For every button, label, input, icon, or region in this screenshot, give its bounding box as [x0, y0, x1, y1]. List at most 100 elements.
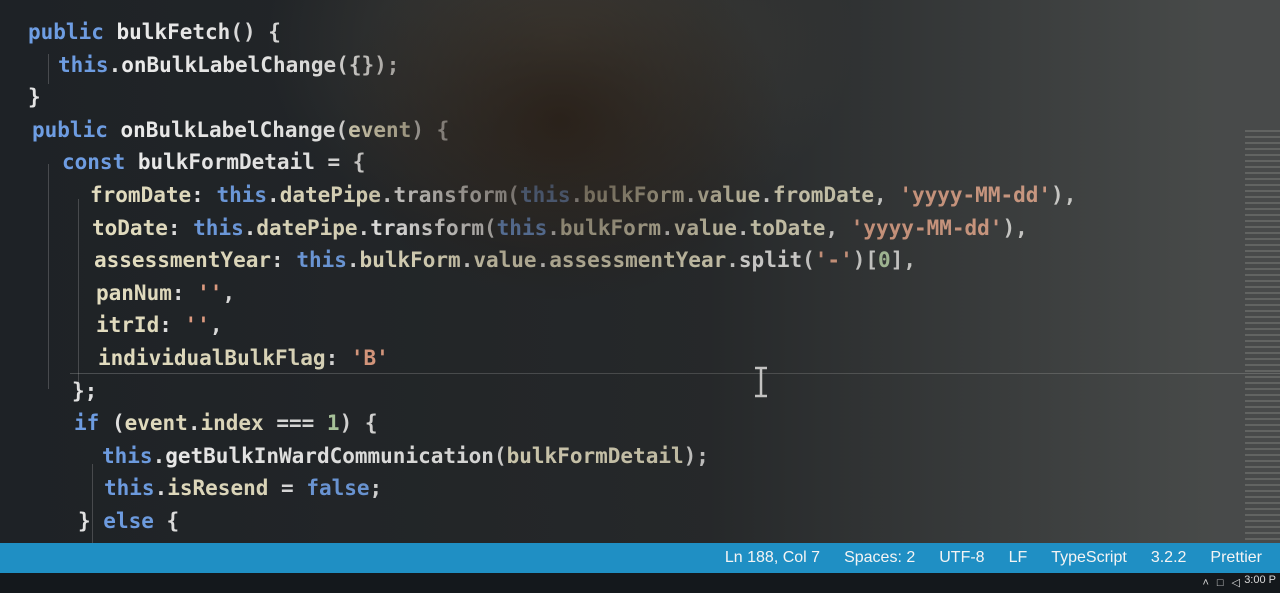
- code-line[interactable]: toDate: this.datePipe.transform(this.bul…: [92, 212, 1028, 244]
- code-line[interactable]: };: [72, 375, 97, 407]
- minimap[interactable]: [1245, 130, 1280, 540]
- status-bar: Ln 188, Col 7 Spaces: 2 UTF-8 LF TypeScr…: [0, 543, 1280, 573]
- code-token: toDate: [92, 215, 168, 240]
- code-line[interactable]: panNum: '',: [96, 277, 235, 309]
- code-token: .: [152, 443, 166, 468]
- code-token: public: [28, 20, 117, 44]
- code-token: '-': [814, 248, 853, 273]
- code-token: .: [267, 183, 280, 207]
- code-token: (: [802, 248, 815, 273]
- code-token: :: [159, 313, 185, 338]
- code-token: ===: [263, 411, 327, 436]
- code-token: event: [348, 117, 412, 142]
- code-token: onBulkLabelChange: [120, 117, 336, 142]
- code-token: false: [306, 476, 370, 501]
- code-token: getBulkInWardCommunication: [165, 443, 494, 468]
- text-cursor-icon: [755, 366, 767, 398]
- code-token: event: [124, 411, 188, 436]
- code-token: bulkFormDetail: [506, 443, 684, 468]
- cursor-position[interactable]: Ln 188, Col 7: [725, 549, 820, 567]
- code-token: .: [570, 183, 584, 207]
- code-token: () {: [230, 20, 281, 44]
- code-token: .: [726, 248, 739, 273]
- code-token: :: [325, 346, 351, 370]
- network-icon[interactable]: □: [1217, 577, 1224, 589]
- code-line[interactable]: assessmentYear: this.bulkForm.value.asse…: [94, 244, 916, 276]
- code-token: this: [102, 443, 153, 468]
- code-token: .: [346, 248, 360, 273]
- code-token: :: [171, 280, 198, 305]
- taskbar: ˄ □ ◁ 3:00 P: [0, 573, 1280, 593]
- indent-guide: [78, 199, 79, 389]
- code-token: '': [197, 280, 223, 305]
- indentation-setting[interactable]: Spaces: 2: [844, 549, 915, 567]
- code-token: ({});: [336, 52, 400, 77]
- code-editor[interactable]: public bulkFetch() {this.onBulkLabelChan…: [0, 14, 1245, 544]
- code-token: 'B': [350, 346, 389, 370]
- code-line[interactable]: const bulkFormDetail = {: [62, 146, 365, 178]
- code-token: :: [167, 215, 194, 240]
- code-token: bulkFetch: [116, 20, 231, 44]
- code-token: = {: [314, 150, 366, 175]
- code-token: 0: [878, 248, 891, 273]
- code-token: this: [216, 183, 268, 207]
- code-token: bulkForm: [559, 215, 662, 240]
- code-line[interactable]: }: [28, 81, 41, 113]
- code-token: this: [193, 215, 244, 240]
- code-token: .: [357, 215, 371, 240]
- code-token: .: [684, 183, 697, 207]
- code-token: bulkForm: [359, 248, 461, 273]
- code-line[interactable]: itrId: '',: [96, 309, 222, 341]
- code-token: bulkForm: [583, 183, 685, 207]
- code-token: if: [74, 411, 112, 436]
- code-token: .: [380, 183, 394, 207]
- code-token: this: [104, 476, 155, 501]
- code-token: panNum: [96, 280, 172, 305]
- code-token: index: [200, 411, 264, 436]
- code-token: (: [111, 411, 125, 436]
- prettier-status[interactable]: Prettier: [1210, 549, 1262, 567]
- code-line[interactable]: fromDate: this.datePipe.transform(this.b…: [90, 179, 1076, 211]
- code-token: this: [496, 215, 548, 240]
- chevron-up-icon[interactable]: ˄: [1202, 577, 1208, 589]
- volume-icon[interactable]: ◁: [1232, 576, 1240, 589]
- code-token: this: [296, 248, 347, 273]
- code-line[interactable]: public onBulkLabelChange(event) {: [32, 114, 449, 146]
- typescript-version[interactable]: 3.2.2: [1151, 549, 1187, 567]
- code-token: transform: [370, 215, 484, 240]
- code-token: assessmentYear: [94, 248, 272, 273]
- indent-guide: [48, 54, 49, 84]
- code-token: split: [738, 248, 803, 273]
- code-token: 'yyyy-MM-dd': [899, 183, 1052, 207]
- code-line[interactable]: } else {: [78, 505, 179, 537]
- current-line-highlight: [70, 373, 1280, 374]
- taskbar-clock[interactable]: 3:00 P: [1244, 574, 1276, 586]
- end-of-line-setting[interactable]: LF: [1009, 549, 1028, 567]
- code-token: (: [335, 117, 349, 142]
- code-token: ;: [369, 476, 383, 501]
- code-line[interactable]: public bulkFetch() {: [28, 16, 281, 48]
- code-token: fromDate: [90, 183, 192, 207]
- code-token: (: [493, 443, 507, 468]
- code-token: );: [683, 443, 709, 468]
- code-token: bulkFormDetail: [137, 150, 315, 175]
- code-line[interactable]: individualBulkFlag: 'B': [98, 342, 389, 374]
- language-mode[interactable]: TypeScript: [1051, 549, 1127, 567]
- code-token: itrId: [96, 313, 160, 338]
- code-token: 1: [326, 411, 340, 436]
- code-token: ) {: [339, 411, 378, 436]
- code-token: assessmentYear: [549, 248, 727, 273]
- code-line[interactable]: if (event.index === 1) {: [74, 407, 378, 439]
- code-token: .: [547, 215, 560, 240]
- code-token: }: [78, 509, 104, 533]
- code-token: individualBulkFlag: [98, 346, 326, 370]
- code-token: datePipe: [256, 215, 358, 240]
- code-token: (: [484, 215, 497, 240]
- code-token: this: [519, 183, 571, 207]
- code-line[interactable]: this.getBulkInWardCommunication(bulkForm…: [102, 440, 709, 472]
- file-encoding[interactable]: UTF-8: [939, 549, 984, 567]
- system-tray: ˄ □ ◁: [1202, 576, 1240, 590]
- code-line[interactable]: this.isResend = false;: [104, 472, 382, 504]
- code-token: fromDate: [772, 183, 875, 207]
- code-line[interactable]: this.onBulkLabelChange({});: [58, 49, 399, 81]
